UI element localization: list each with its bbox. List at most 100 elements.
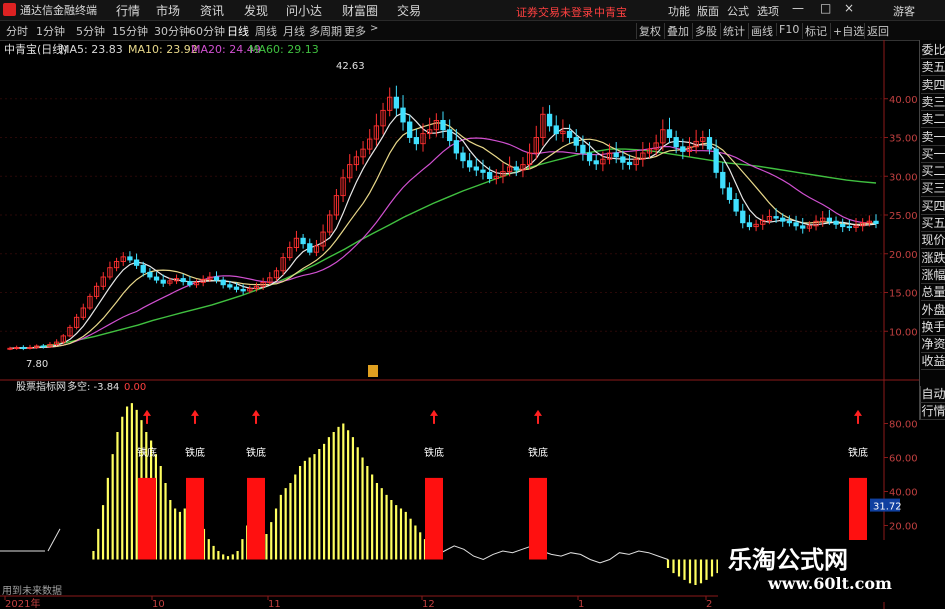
candle-down <box>786 220 793 224</box>
buy-signal-label: 铁底 <box>424 446 444 459</box>
menu-item-function[interactable]: 功能 <box>668 3 690 19</box>
candle-down <box>680 146 686 152</box>
grid-lines <box>0 98 884 332</box>
quote-tab-4[interactable]: 卖二 <box>921 111 945 129</box>
minimize-icon[interactable]: — <box>792 1 804 15</box>
quote-tab-5[interactable]: 卖一 <box>921 129 945 146</box>
menu-item-formula[interactable]: 公式 <box>727 3 749 19</box>
menu-item-trade[interactable]: 交易 <box>397 2 421 19</box>
quote-tab-12[interactable]: 涨跌 <box>921 250 945 267</box>
restore-rights-button[interactable]: 复权 <box>636 23 663 39</box>
candle-down <box>180 278 186 283</box>
menu-item-quotes[interactable]: 行情 <box>116 2 140 19</box>
signal-block <box>186 477 204 560</box>
kline-chart[interactable]: 40.0035.0030.0025.0020.0015.0010.00 铁底 铁底… <box>0 40 919 609</box>
period-tab-60min[interactable]: 60分钟 <box>189 23 225 39</box>
candle-down <box>733 199 739 212</box>
candle-down <box>160 279 166 284</box>
price-axis-label: 25.00 <box>889 211 918 222</box>
ma5-polyline <box>9 112 877 349</box>
buy-arrow-icon <box>854 409 862 424</box>
signal-block <box>247 477 265 560</box>
quote-tab-13[interactable]: 涨幅 <box>921 267 945 284</box>
price-axis-label: 35.00 <box>889 134 918 145</box>
period-tab-monthly[interactable]: 月线 <box>283 23 305 39</box>
restore-icon[interactable]: □ <box>820 1 831 15</box>
login-notice[interactable]: 证券交易未登录 <box>516 4 593 20</box>
menu-item-fortune[interactable]: 财富圈 <box>342 2 378 19</box>
period-tab-1min[interactable]: 1分钟 <box>36 23 65 39</box>
quote-tab-9[interactable]: 买四 <box>921 198 945 215</box>
more-arrow-icon[interactable]: > <box>370 23 378 34</box>
ind-axis-label: 40.00 <box>889 488 918 499</box>
quote-tab-8[interactable]: 买三 <box>921 180 945 198</box>
quote-tab-15[interactable]: 外盘 <box>921 302 945 319</box>
mark-button[interactable]: 标记 <box>802 23 829 39</box>
price-axis-label: 15.00 <box>889 289 918 300</box>
app-logo-icon <box>3 3 16 16</box>
watermark-url: www.60lt.com <box>768 574 892 593</box>
f10-button[interactable]: F10 <box>776 23 801 36</box>
period-tab-15min[interactable]: 15分钟 <box>112 23 148 39</box>
candle-down <box>800 225 806 229</box>
watermark: 乐淘公式网 www.60lt.com <box>718 540 918 602</box>
candle-down <box>673 137 679 148</box>
period-tab-5min[interactable]: 5分钟 <box>76 23 105 39</box>
auto-quote-panel: 自动 行情 <box>919 386 945 420</box>
quote-tab-17[interactable]: 净资 <box>921 336 945 354</box>
candle-down <box>466 160 473 168</box>
quote-tab-11[interactable]: 现价 <box>921 232 945 250</box>
menu-item-discover[interactable]: 发现 <box>244 2 268 19</box>
candle-down <box>586 152 593 162</box>
buy-arrow-icon <box>534 409 542 424</box>
multi-stock-button[interactable]: 多股 <box>692 23 719 39</box>
overlay-button[interactable]: 叠加 <box>664 23 691 39</box>
menu-item-options[interactable]: 选项 <box>757 3 779 19</box>
buy-arrow-icon <box>430 409 438 424</box>
quote-tab-0[interactable]: 委比 <box>921 42 945 59</box>
candle-down <box>780 217 786 222</box>
quote-tab-2[interactable]: 卖四 <box>921 77 945 94</box>
quote-tab-1[interactable]: 卖五 <box>921 59 945 77</box>
quote-tab-6[interactable]: 买一 <box>921 146 945 163</box>
guest-user[interactable]: 游客 <box>893 3 915 19</box>
candle-down <box>447 129 453 142</box>
period-tab-intraday[interactable]: 分时 <box>6 23 28 39</box>
quote-tab-16[interactable]: 换手 <box>921 319 945 336</box>
add-favorite-button[interactable]: +自选 <box>830 23 866 39</box>
close-icon[interactable]: × <box>844 1 854 15</box>
menu-item-news[interactable]: 资讯 <box>200 2 224 19</box>
period-tab-multi[interactable]: 多周期 <box>309 23 342 39</box>
ind-current-value: 31.72 <box>873 502 902 513</box>
menu-item-ask[interactable]: 问小达 <box>286 2 322 19</box>
quote-tab-7[interactable]: 买二 <box>921 163 945 181</box>
period-tab-30min[interactable]: 30分钟 <box>154 23 190 39</box>
statistics-button[interactable]: 统计 <box>720 23 747 39</box>
period-tab-more[interactable]: 更多 <box>344 23 366 39</box>
signal-block <box>529 477 547 560</box>
quote-tab-14[interactable]: 总量 <box>921 284 945 302</box>
draw-line-button[interactable]: 画线 <box>748 23 775 39</box>
period-tab-daily[interactable]: 日线 <box>227 23 249 39</box>
auto-tab-1[interactable]: 行情 <box>920 403 945 420</box>
candle-down <box>133 259 140 266</box>
back-button[interactable]: 返回 <box>864 23 891 39</box>
period-tab-weekly[interactable]: 周线 <box>255 23 277 39</box>
ma60-line <box>19 148 877 349</box>
indicator-value-label: 多空: -3.84 <box>67 380 119 393</box>
quote-tab-10[interactable]: 买五 <box>921 215 945 232</box>
menu-item-layout[interactable]: 版面 <box>697 3 719 19</box>
date-label: 2021年 <box>5 597 40 609</box>
candle-down <box>566 130 573 138</box>
buy-signal-label: 铁底 <box>246 446 266 459</box>
event-marker-icon[interactable] <box>368 365 378 377</box>
ind-axis-label: 80.00 <box>889 420 918 431</box>
menu-item-market[interactable]: 市场 <box>156 2 180 19</box>
price-axis-label: 40.00 <box>889 95 918 106</box>
ind-axis-label: 60.00 <box>889 454 918 465</box>
quote-tab-3[interactable]: 卖三 <box>921 94 945 111</box>
candle-down <box>473 166 479 171</box>
auto-tab-0[interactable]: 自动 <box>920 386 945 403</box>
quote-tab-18[interactable]: 收益 <box>921 353 945 371</box>
indicator-axis: 80.00 60.00 40.00 20.00 31.72 <box>870 420 918 533</box>
